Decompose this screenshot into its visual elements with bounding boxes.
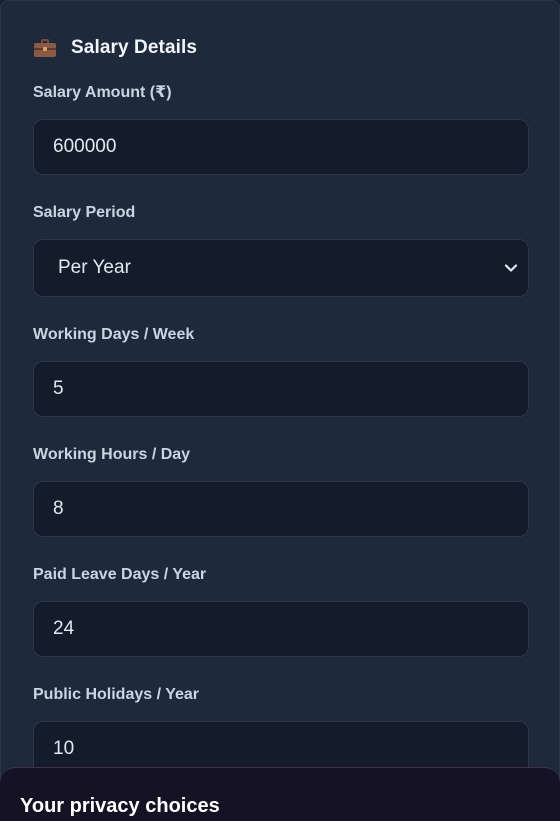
chevron-down-icon xyxy=(504,261,518,275)
salary-period-label: Salary Period xyxy=(33,204,136,221)
salary-amount-field: Salary Amount (₹) 600000 xyxy=(33,83,529,175)
working-days-label: Working Days / Week xyxy=(33,326,195,343)
working-hours-value: 8 xyxy=(53,498,64,519)
working-days-input[interactable]: 5 xyxy=(33,361,529,417)
public-holidays-field: Public Holidays / Year 10 xyxy=(33,685,529,777)
salary-period-select[interactable]: Per Year xyxy=(33,239,529,297)
salary-details-card: Salary Details Salary Amount (₹) 600000 … xyxy=(0,0,560,821)
paid-leave-label: Paid Leave Days / Year xyxy=(33,566,207,583)
privacy-choices-title: Your privacy choices xyxy=(20,795,220,817)
card-header: Salary Details xyxy=(34,34,197,62)
working-days-value: 5 xyxy=(53,378,64,399)
working-hours-field: Working Hours / Day 8 xyxy=(33,445,529,537)
salary-amount-value: 600000 xyxy=(53,136,117,157)
card-title: Salary Details xyxy=(71,37,198,58)
briefcase-icon xyxy=(34,39,56,57)
working-days-field: Working Days / Week 5 xyxy=(33,325,529,417)
salary-amount-input[interactable]: 600000 xyxy=(33,119,529,175)
privacy-choices-panel: Your privacy choices xyxy=(0,767,560,821)
working-hours-input[interactable]: 8 xyxy=(33,481,529,537)
salary-period-field: Salary Period Per Year xyxy=(33,203,529,297)
page: Salary Details Salary Amount (₹) 600000 … xyxy=(0,0,560,821)
paid-leave-input[interactable]: 24 xyxy=(33,601,529,657)
working-hours-label: Working Hours / Day xyxy=(33,446,191,463)
public-holidays-label: Public Holidays / Year xyxy=(33,686,199,703)
salary-amount-label: Salary Amount (₹) xyxy=(33,84,172,101)
paid-leave-field: Paid Leave Days / Year 24 xyxy=(33,565,529,657)
paid-leave-value: 24 xyxy=(53,618,75,639)
public-holidays-value: 10 xyxy=(53,738,75,759)
salary-period-value: Per Year xyxy=(58,257,131,278)
